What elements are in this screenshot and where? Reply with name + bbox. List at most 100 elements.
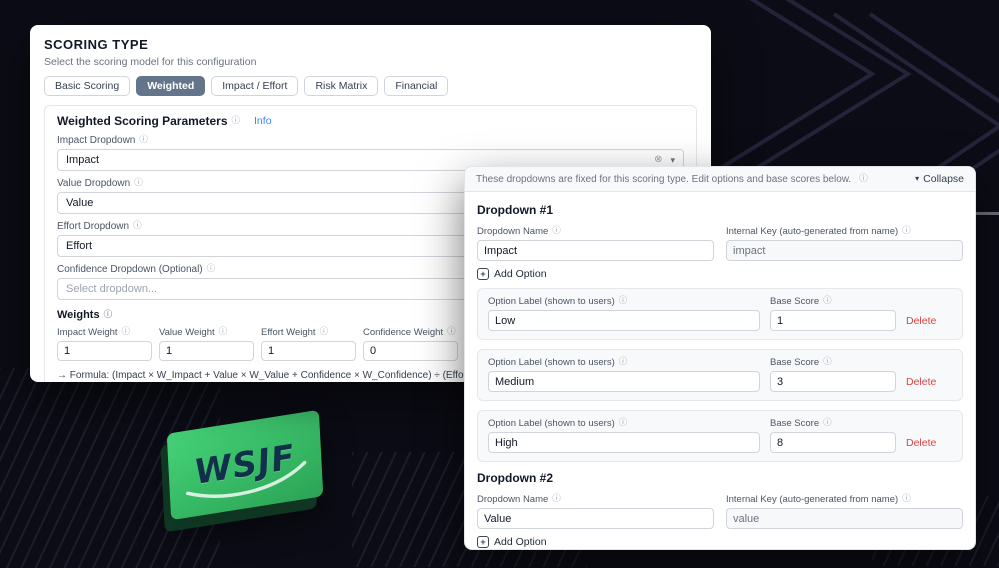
add-option-button[interactable]: + Add Option — [477, 536, 547, 548]
option-label-header: Option Label (shown to users) ⓘ — [488, 417, 760, 429]
delete-option-button[interactable]: Delete — [906, 376, 952, 388]
collapse-button[interactable]: ▾ Collapse — [915, 173, 964, 185]
dropdown-name-label: Dropdown Name ⓘ — [477, 493, 714, 505]
editor-header: These dropdowns are fixed for this scori… — [465, 167, 975, 192]
editor-body: Dropdown #1 Dropdown Name ⓘ Internal Key … — [465, 192, 975, 549]
base-score-input[interactable] — [770, 432, 896, 453]
effort-weight-input[interactable] — [261, 341, 356, 361]
add-option-label: Add Option — [494, 268, 547, 280]
info-icon[interactable]: ⓘ — [447, 326, 456, 336]
dropdown-1-section: Dropdown #1 Dropdown Name ⓘ Internal Key … — [477, 203, 963, 462]
label-text: Base Score — [770, 418, 820, 429]
clear-icon[interactable]: ⊗ — [654, 155, 662, 165]
dropdown-2-section: Dropdown #2 Dropdown Name ⓘ Internal Key … — [477, 471, 963, 549]
label-text: Internal Key (auto-generated from name) — [726, 226, 899, 237]
add-option-button[interactable]: + Add Option — [477, 268, 547, 280]
dropdown-name-input[interactable] — [477, 240, 714, 261]
tab-impact-effort[interactable]: Impact / Effort — [211, 76, 299, 96]
option-headers: Option Label (shown to users) ⓘ Base Scor… — [488, 417, 952, 429]
delete-option-button[interactable]: Delete — [906, 315, 952, 327]
delete-option-button[interactable]: Delete — [906, 437, 952, 449]
info-icon[interactable]: ⓘ — [133, 220, 142, 230]
value-weight-input[interactable] — [159, 341, 254, 361]
section-title: Weighted Scoring Parameters — [57, 114, 228, 128]
option-label-input[interactable] — [488, 432, 760, 453]
impact-weight-label: Impact Weight ⓘ — [57, 326, 152, 338]
internal-key-label: Internal Key (auto-generated from name) ⓘ — [726, 225, 963, 237]
dropdown-editor-panel: These dropdowns are fixed for this scori… — [464, 166, 976, 550]
option-headers: Option Label (shown to users) ⓘ Base Scor… — [488, 295, 952, 307]
dropdown-2-title: Dropdown #2 — [477, 471, 554, 485]
option-label-input[interactable] — [488, 310, 760, 331]
tab-financial[interactable]: Financial — [384, 76, 449, 96]
base-score-input[interactable] — [770, 310, 896, 331]
impact-weight-input[interactable] — [57, 341, 152, 361]
chevron-down-icon: ▾ — [670, 154, 675, 165]
base-score-header: Base Score ⓘ — [770, 417, 896, 429]
info-icon[interactable]: ⓘ — [823, 295, 832, 305]
weight-label-text: Value Weight — [159, 327, 215, 338]
label-text: Option Label (shown to users) — [488, 296, 615, 307]
name-key-inputs — [477, 508, 963, 529]
field-label-text: Impact Dropdown — [57, 135, 136, 146]
weight-label-text: Impact Weight — [57, 327, 118, 338]
dropdown-1-title: Dropdown #1 — [477, 203, 554, 217]
info-icon[interactable]: ⓘ — [823, 417, 832, 427]
name-key-inputs — [477, 240, 963, 261]
option-inputs: Delete — [488, 371, 952, 392]
info-icon[interactable]: ⓘ — [134, 177, 143, 187]
label-text: Internal Key (auto-generated from name) — [726, 494, 899, 505]
option-inputs: Delete — [488, 310, 952, 331]
label-text: Dropdown Name — [477, 226, 549, 237]
label-text: Base Score — [770, 357, 820, 368]
info-icon[interactable]: ⓘ — [552, 225, 561, 235]
plus-icon: + — [477, 536, 489, 548]
collapse-label: Collapse — [923, 173, 964, 185]
parameters-header: Weighted Scoring Parameters ⓘ Info — [57, 114, 684, 128]
tab-weighted[interactable]: Weighted — [136, 76, 206, 96]
info-icon[interactable]: ⓘ — [219, 326, 228, 336]
info-icon[interactable]: ⓘ — [902, 225, 911, 235]
scoring-model-tabs: Basic Scoring Weighted Impact / Effort R… — [44, 76, 697, 96]
tab-risk-matrix[interactable]: Risk Matrix — [304, 76, 379, 96]
field-label-text: Value Dropdown — [57, 178, 131, 189]
info-icon[interactable]: ⓘ — [823, 356, 832, 366]
option-row: Option Label (shown to users) ⓘ Base Scor… — [477, 349, 963, 401]
internal-key-input — [726, 508, 963, 529]
option-headers: Option Label (shown to users) ⓘ Base Scor… — [488, 356, 952, 368]
field-label-text: Confidence Dropdown (Optional) — [57, 264, 203, 275]
name-key-headers: Dropdown Name ⓘ Internal Key (auto-genera… — [477, 225, 963, 240]
base-score-input[interactable] — [770, 371, 896, 392]
label-text: Dropdown Name — [477, 494, 549, 505]
tab-basic-scoring[interactable]: Basic Scoring — [44, 76, 131, 96]
info-icon[interactable]: ⓘ — [139, 134, 148, 144]
confidence-weight-input[interactable] — [363, 341, 458, 361]
info-link[interactable]: Info — [254, 115, 272, 127]
info-icon[interactable]: ⓘ — [619, 356, 628, 366]
option-row: Option Label (shown to users) ⓘ Base Scor… — [477, 410, 963, 462]
weights-title-text: Weights — [57, 309, 100, 321]
weight-label-text: Confidence Weight — [363, 327, 444, 338]
impact-dropdown-label: Impact Dropdown ⓘ — [57, 134, 684, 146]
weight-label-text: Effort Weight — [261, 327, 316, 338]
option-label-input[interactable] — [488, 371, 760, 392]
internal-key-input — [726, 240, 963, 261]
info-icon[interactable]: ⓘ — [320, 326, 329, 336]
page-subtitle: Select the scoring model for this config… — [44, 56, 257, 68]
info-icon[interactable]: ⓘ — [859, 172, 868, 184]
label-text: Option Label (shown to users) — [488, 357, 615, 368]
internal-key-label: Internal Key (auto-generated from name) ⓘ — [726, 493, 963, 505]
info-icon[interactable]: ⓘ — [122, 326, 131, 336]
info-icon[interactable]: ⓘ — [552, 493, 561, 503]
label-text: Option Label (shown to users) — [488, 418, 615, 429]
info-icon[interactable]: ⓘ — [207, 263, 216, 273]
label-text: Base Score — [770, 296, 820, 307]
info-icon[interactable]: ⓘ — [902, 493, 911, 503]
info-icon[interactable]: ⓘ — [232, 114, 241, 126]
dropdown-name-input[interactable] — [477, 508, 714, 529]
option-inputs: Delete — [488, 432, 952, 453]
info-icon[interactable]: ⓘ — [619, 295, 628, 305]
info-icon[interactable]: ⓘ — [619, 417, 628, 427]
effort-weight-label: Effort Weight ⓘ — [261, 326, 356, 338]
info-icon[interactable]: ⓘ — [104, 309, 113, 319]
